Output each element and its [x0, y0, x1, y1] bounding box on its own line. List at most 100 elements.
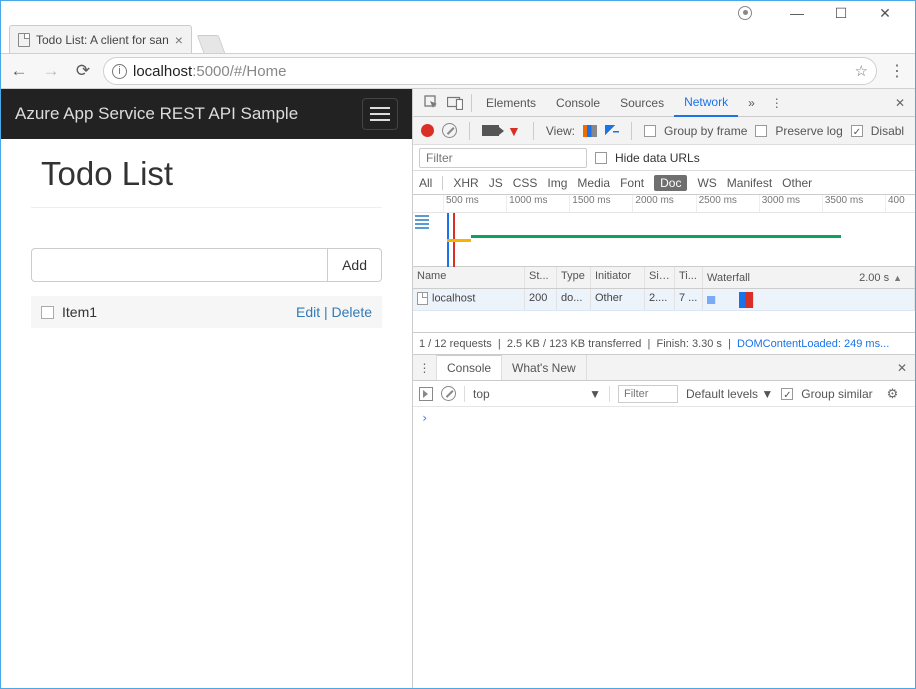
type-other[interactable]: Other [782, 176, 812, 190]
filter-row: Hide data URLs [413, 145, 915, 171]
console-prompt: › [421, 411, 428, 425]
separator: | [324, 304, 332, 320]
context-selector[interactable]: top▼ [473, 387, 601, 401]
drawer-tab-console[interactable]: Console [437, 355, 502, 380]
edit-link[interactable]: Edit [296, 304, 320, 320]
timeline-overview[interactable] [413, 213, 915, 267]
network-filter-input[interactable] [419, 148, 587, 168]
col-waterfall[interactable]: Waterfall 2.00 s▲ [703, 267, 915, 288]
type-all[interactable]: All [419, 176, 432, 190]
col-status[interactable]: St... [525, 267, 557, 288]
inspect-icon[interactable] [419, 91, 443, 115]
hamburger-button[interactable] [362, 98, 398, 130]
tab-sources[interactable]: Sources [610, 89, 674, 117]
drawer-tab-whatsnew[interactable]: What's New [502, 355, 587, 380]
network-row[interactable]: localhost 200 do... Other 2.... 7 ... [413, 289, 915, 311]
url-field[interactable]: i localhost:5000/#/Home ☆ [103, 57, 877, 85]
devtools: Elements Console Sources Network » ⋮ ✕ ▼… [413, 89, 915, 688]
col-size[interactable]: Size [645, 267, 675, 288]
site-info-icon[interactable]: i [112, 64, 127, 79]
add-button[interactable]: Add [328, 248, 382, 282]
divider [631, 122, 632, 140]
tab-more-icon[interactable]: » [738, 89, 765, 117]
preserve-log-label: Preserve log [775, 124, 842, 138]
app-brand: Azure App Service REST API Sample [15, 104, 298, 124]
close-window-button[interactable]: ✕ [863, 3, 907, 23]
large-rows-icon[interactable] [583, 125, 597, 137]
divider [469, 122, 470, 140]
col-time[interactable]: Ti... [675, 267, 703, 288]
drawer-menu-icon[interactable]: ⋮ [413, 355, 437, 380]
type-css[interactable]: CSS [513, 176, 538, 190]
overview-icon[interactable] [605, 125, 619, 137]
add-todo-row: Add [31, 248, 382, 282]
type-doc[interactable]: Doc [654, 175, 687, 191]
tab-elements[interactable]: Elements [476, 89, 546, 117]
tab-console[interactable]: Console [546, 89, 610, 117]
type-ws[interactable]: WS [697, 176, 716, 190]
sidebar-toggle-icon[interactable] [419, 387, 433, 401]
tab-network[interactable]: Network [674, 89, 738, 117]
col-initiator[interactable]: Initiator [591, 267, 645, 288]
sort-icon: ▲ [893, 273, 902, 283]
filter-icon[interactable]: ▼ [507, 123, 521, 139]
hide-data-urls-checkbox[interactable] [595, 152, 607, 164]
browser-tab[interactable]: Todo List: A client for san × [9, 25, 192, 53]
type-media[interactable]: Media [577, 176, 610, 190]
forward-button[interactable]: → [39, 59, 63, 83]
profile-icon[interactable] [723, 3, 767, 23]
devtools-close-icon[interactable]: ✕ [891, 96, 909, 110]
levels-dropdown[interactable]: Default levels ▼ [686, 387, 773, 401]
delete-link[interactable]: Delete [332, 304, 372, 320]
new-tab-button[interactable] [197, 35, 226, 53]
type-js[interactable]: JS [489, 176, 503, 190]
minimize-button[interactable]: — [775, 3, 819, 23]
type-manifest[interactable]: Manifest [727, 176, 772, 190]
todo-actions: Edit | Delete [296, 304, 372, 320]
disable-cache-checkbox[interactable] [851, 125, 863, 137]
console-filter-input[interactable] [618, 385, 678, 403]
table-blank [413, 311, 915, 333]
new-todo-input[interactable] [31, 248, 328, 282]
screenshots-icon[interactable] [482, 125, 499, 136]
back-button[interactable]: ← [7, 59, 31, 83]
clear-button[interactable] [442, 123, 457, 138]
group-by-frame-label: Group by frame [664, 124, 747, 138]
todo-checkbox[interactable] [41, 306, 54, 319]
divider [442, 176, 443, 190]
type-img[interactable]: Img [547, 176, 567, 190]
console-toolbar: top▼ Default levels ▼ Group similar ⚙ [413, 381, 915, 407]
devtools-menu-icon[interactable]: ⋮ [765, 96, 789, 110]
drawer-tabbar: ⋮ Console What's New ✕ [413, 355, 915, 381]
console-body[interactable]: › [413, 407, 915, 688]
disable-cache-label: Disabl [871, 124, 904, 138]
maximize-button[interactable]: ☐ [819, 3, 863, 23]
frames-bars [415, 215, 429, 229]
close-tab-icon[interactable]: × [175, 32, 183, 48]
network-toolbar: ▼ View: Group by frame Preserve log Disa… [413, 117, 915, 145]
divider [31, 207, 382, 208]
preserve-log-checkbox[interactable] [755, 125, 767, 137]
timeline-ruler: 500 ms 1000 ms 1500 ms 2000 ms 2500 ms 3… [413, 195, 915, 213]
clear-console-icon[interactable] [441, 386, 456, 401]
record-button[interactable] [421, 124, 434, 137]
type-xhr[interactable]: XHR [453, 176, 478, 190]
device-toolbar-icon[interactable] [443, 91, 467, 115]
hide-data-urls-label: Hide data URLs [615, 151, 700, 165]
group-similar-checkbox[interactable] [781, 388, 793, 400]
network-table-header: Name St... Type Initiator Size Ti... Wat… [413, 267, 915, 289]
group-by-frame-checkbox[interactable] [644, 125, 656, 137]
col-name[interactable]: Name [413, 267, 525, 288]
tab-title: Todo List: A client for san [36, 33, 169, 47]
type-font[interactable]: Font [620, 176, 644, 190]
page-title: Todo List [41, 155, 372, 193]
bookmark-icon[interactable]: ☆ [855, 62, 868, 80]
group-similar-label: Group similar [801, 387, 872, 401]
drawer-close-icon[interactable]: ✕ [889, 355, 915, 380]
reload-button[interactable]: ⟳ [71, 59, 95, 83]
browser-menu-button[interactable]: ⋮ [885, 59, 909, 83]
app-body: Todo List Add Item1 Edit | Delete [1, 139, 412, 338]
divider [464, 386, 465, 402]
col-type[interactable]: Type [557, 267, 591, 288]
console-settings-icon[interactable]: ⚙ [887, 386, 899, 402]
